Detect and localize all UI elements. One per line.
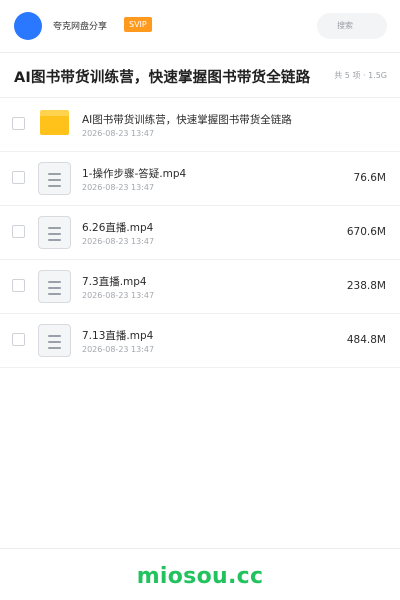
video-file-icon xyxy=(38,269,71,303)
list-item[interactable]: 7.3直播.mp4 2026-08-23 13:47 238.8M xyxy=(0,260,400,314)
file-name[interactable]: AI图书带货训练营，快速掌握图书带货全链路 xyxy=(82,112,292,127)
folder-icon xyxy=(38,107,71,141)
file-size: 238.8M xyxy=(346,280,386,292)
file-list: AI图书带货训练营，快速掌握图书带货全链路 2026-08-23 13:47 1… xyxy=(0,98,400,368)
checkbox[interactable] xyxy=(12,171,25,184)
file-date: 2026-08-23 13:47 xyxy=(82,129,155,138)
file-name[interactable]: 1-操作步骤-答疑.mp4 xyxy=(82,166,186,181)
file-size: 484.8M xyxy=(346,334,386,346)
checkbox[interactable] xyxy=(12,279,25,292)
list-item[interactable]: 7.13直播.mp4 2026-08-23 13:47 484.8M xyxy=(0,314,400,368)
file-size: 76.6M xyxy=(353,172,386,184)
file-date: 2026-08-23 13:47 xyxy=(82,237,155,246)
file-date: 2026-08-23 13:47 xyxy=(82,183,155,192)
list-item[interactable]: 1-操作步骤-答疑.mp4 2026-08-23 13:47 76.6M xyxy=(0,152,400,206)
list-item[interactable]: AI图书带货训练营，快速掌握图书带货全链路 2026-08-23 13:47 xyxy=(0,98,400,152)
file-date: 2026-08-23 13:47 xyxy=(82,345,155,354)
file-size: 670.6M xyxy=(346,226,386,238)
page-title: AI图书带货训练营，快速掌握图书带货全链路 xyxy=(14,70,311,86)
video-file-icon xyxy=(38,215,71,249)
sharer-name: 夸克网盘分享 xyxy=(53,22,108,32)
footer: miosou.cc xyxy=(0,548,400,600)
svip-badge: SVIP xyxy=(124,17,152,32)
checkbox[interactable] xyxy=(12,225,25,238)
list-item[interactable]: 6.26直播.mp4 2026-08-23 13:47 670.6M xyxy=(0,206,400,260)
file-name[interactable]: 7.3直播.mp4 xyxy=(82,274,147,289)
video-file-icon xyxy=(38,161,71,195)
checkbox[interactable] xyxy=(12,333,25,346)
top-bar: 夸克网盘分享 SVIP 搜索 xyxy=(0,0,400,53)
video-file-icon xyxy=(38,323,71,357)
file-name[interactable]: 7.13直播.mp4 xyxy=(82,328,153,343)
file-name[interactable]: 6.26直播.mp4 xyxy=(82,220,153,235)
checkbox[interactable] xyxy=(12,117,25,130)
folder-summary: 共 5 项 · 1.5G xyxy=(334,71,387,80)
site-watermark: miosou.cc xyxy=(136,564,264,589)
avatar[interactable] xyxy=(14,12,42,40)
folder-header: AI图书带货训练营，快速掌握图书带货全链路 共 5 项 · 1.5G xyxy=(0,53,400,98)
search-input[interactable]: 搜索 xyxy=(317,13,387,39)
file-date: 2026-08-23 13:47 xyxy=(82,291,155,300)
